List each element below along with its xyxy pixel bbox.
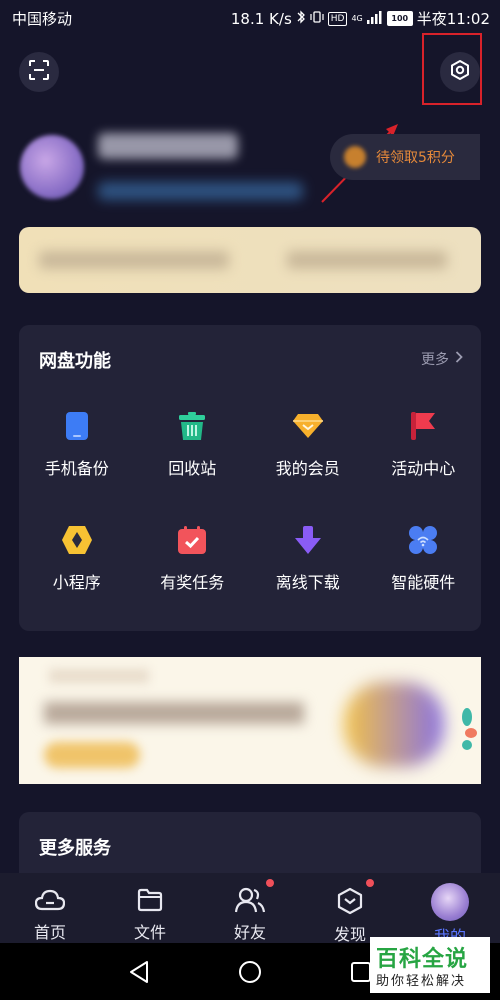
coin-icon	[344, 146, 366, 168]
points-button[interactable]: 待领取5积分	[330, 134, 480, 180]
vip-action-blurred	[287, 251, 447, 269]
points-label: 待领取5积分	[376, 150, 455, 166]
feature-smart-hardware[interactable]: 智能硬件	[366, 524, 482, 638]
phone-backup-icon	[61, 410, 93, 442]
calendar-check-icon	[176, 524, 208, 556]
tab-me[interactable]: 我的	[400, 873, 500, 946]
promo-blurred-button	[44, 742, 140, 768]
more-label: 更多	[421, 352, 449, 368]
watermark-title: 百科全说	[376, 947, 469, 972]
feature-membership[interactable]: 我的会员	[250, 410, 366, 524]
feature-label: 小程序	[52, 573, 101, 592]
watermark-logo: 百科全说 助你轻松解决	[370, 937, 490, 993]
avatar	[431, 883, 469, 921]
tab-label: 好友	[233, 923, 266, 942]
feature-label: 手机备份	[44, 459, 109, 478]
feature-offline-download[interactable]: 离线下载	[250, 524, 366, 638]
username-blurred	[98, 133, 238, 159]
promo-blurred-illustration	[344, 682, 444, 767]
mini-program-icon	[61, 524, 93, 556]
notification-dot	[266, 879, 274, 887]
tab-discover[interactable]: 发现	[300, 873, 400, 944]
tab-home[interactable]: 首页	[0, 873, 100, 943]
status-indicators: 18.1 K/s HD 4G 100 半夜11:02	[231, 8, 490, 29]
vibrate-icon	[310, 10, 324, 28]
feature-label: 我的会员	[275, 459, 340, 478]
feature-mini-program[interactable]: 小程序	[19, 524, 135, 638]
leaf-decoration-icon	[462, 708, 477, 750]
friends-icon	[235, 887, 265, 913]
feature-label: 离线下载	[275, 573, 340, 592]
services-title: 更多服务	[39, 838, 111, 859]
recents-icon[interactable]	[350, 961, 372, 983]
feature-label: 智能硬件	[391, 573, 456, 592]
cloud-home-icon	[35, 887, 65, 913]
battery-icon: 100	[386, 11, 413, 26]
hd-badge: HD	[327, 11, 348, 26]
notification-dot	[366, 879, 374, 887]
tab-label: 文件	[133, 923, 166, 942]
tab-label: 首页	[33, 923, 66, 942]
tab-label: 发现	[333, 925, 366, 944]
tab-friends[interactable]: 好友	[200, 873, 300, 943]
features-title: 网盘功能	[39, 351, 111, 372]
feature-recycle-bin[interactable]: 回收站	[135, 410, 251, 524]
features-card: 网盘功能 更多 手机备份 回收站 我的会员 活动中心 小程序 有奖任务 离线下载…	[19, 325, 481, 631]
vip-banner[interactable]	[19, 227, 481, 293]
chevron-right-icon	[455, 351, 463, 367]
scan-icon	[28, 59, 50, 85]
folder-icon	[135, 887, 165, 913]
network-type: 4G	[351, 13, 363, 23]
discover-icon	[335, 887, 365, 915]
tab-files[interactable]: 文件	[100, 873, 200, 943]
vip-text-blurred	[39, 251, 229, 269]
diamond-icon	[292, 410, 324, 442]
scan-button[interactable]	[19, 52, 59, 92]
profile-avatar[interactable]	[20, 135, 84, 199]
highlight-box	[422, 33, 482, 105]
feature-phone-backup[interactable]: 手机备份	[19, 410, 135, 524]
network-speed: 18.1 K/s	[230, 9, 292, 28]
recycle-bin-icon	[176, 410, 208, 442]
promo-banner[interactable]	[19, 657, 481, 784]
download-arrow-icon	[292, 524, 324, 556]
feature-label: 活动中心	[391, 459, 456, 478]
feature-label: 有奖任务	[160, 573, 225, 592]
watermark-subtitle: 助你轻松解决	[376, 974, 467, 989]
home-circle-icon[interactable]	[238, 960, 262, 984]
status-bar: 中国移动 18.1 K/s HD 4G 100 半夜11:02	[0, 0, 500, 36]
back-icon[interactable]	[128, 960, 150, 984]
clock: 半夜11:02	[416, 10, 490, 28]
hardware-icon	[407, 524, 439, 556]
user-info-blurred	[98, 182, 303, 200]
promo-blurred-headline	[44, 702, 304, 724]
bluetooth-icon	[296, 9, 306, 28]
flag-icon	[407, 410, 439, 442]
feature-reward-tasks[interactable]: 有奖任务	[135, 524, 251, 638]
feature-activity-center[interactable]: 活动中心	[366, 410, 482, 524]
carrier-label: 中国移动	[12, 10, 73, 28]
promo-blurred-caption	[49, 669, 149, 683]
feature-label: 回收站	[168, 459, 217, 478]
signal-icon	[366, 10, 383, 28]
features-grid: 手机备份 回收站 我的会员 活动中心 小程序 有奖任务 离线下载 智能硬件	[19, 410, 481, 638]
features-more-link[interactable]: 更多	[421, 349, 463, 369]
bottom-nav: 首页 文件 好友 发现 我的	[0, 873, 500, 946]
